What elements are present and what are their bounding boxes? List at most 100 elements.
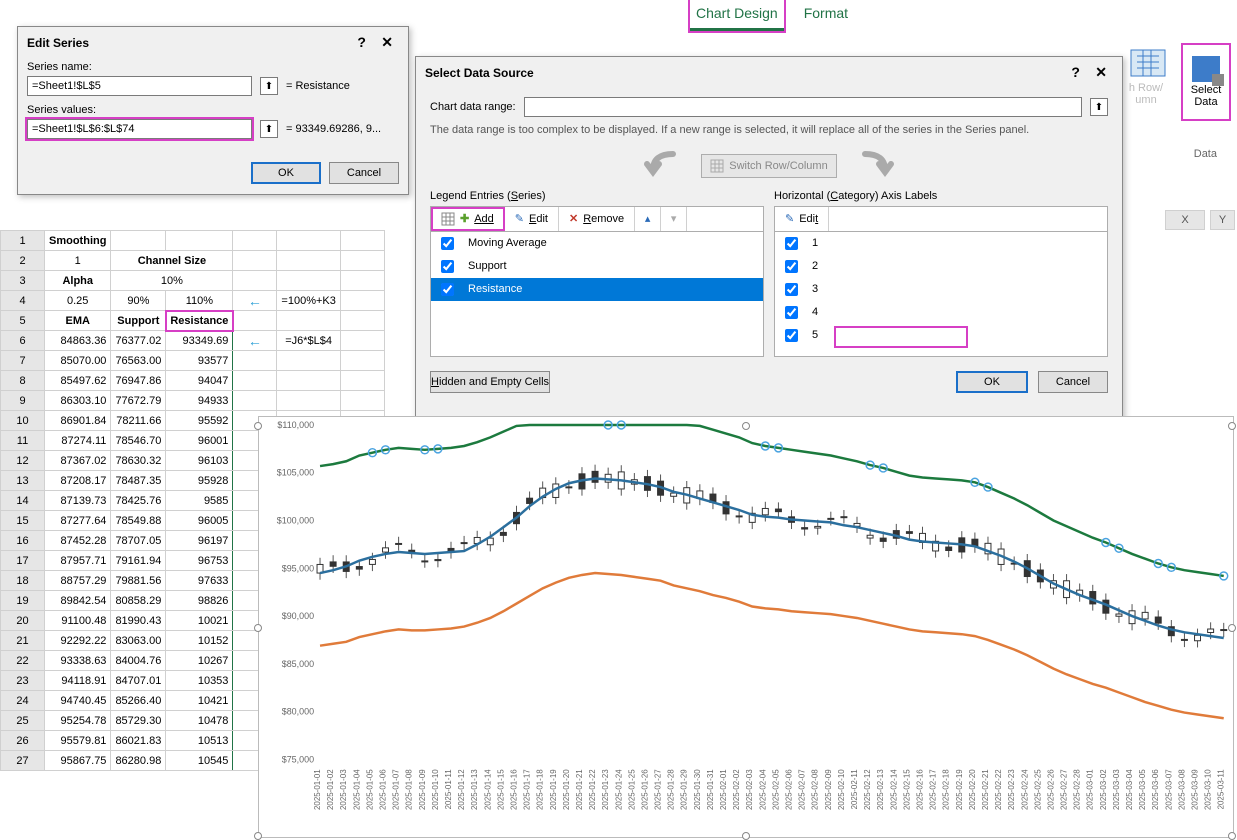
cell[interactable]: 10021 [166,611,233,631]
cell[interactable] [277,231,340,251]
cell[interactable]: Alpha [45,271,111,291]
cell[interactable] [233,391,277,411]
cell[interactable]: 9585 [166,491,233,511]
cell[interactable]: ← [233,291,277,311]
cell[interactable] [340,391,384,411]
cancel-button[interactable]: Cancel [329,162,399,184]
cell[interactable]: 84707.01 [111,671,166,691]
cell[interactable] [340,271,384,291]
col-header-y[interactable]: Y [1210,210,1235,230]
cell[interactable]: 90% [111,291,166,311]
cell[interactable]: 87367.02 [45,451,111,471]
chart-handle[interactable] [254,422,262,430]
cell[interactable] [277,391,340,411]
category-item[interactable]: 5 [775,324,1107,347]
cell[interactable] [233,271,277,291]
category-checkbox[interactable] [785,329,798,342]
cell[interactable]: Support [111,311,166,331]
cell[interactable]: 86901.84 [45,411,111,431]
help-icon[interactable]: ? [1065,64,1086,80]
cell[interactable]: 87208.17 [45,471,111,491]
category-checkbox[interactable] [785,306,798,319]
cell[interactable]: 91100.48 [45,611,111,631]
cell[interactable]: Channel Size [111,251,233,271]
ok-button[interactable]: OK [251,162,321,184]
chart-handle[interactable] [254,624,262,632]
cell[interactable]: 95928 [166,471,233,491]
cell[interactable]: 86021.83 [111,731,166,751]
remove-series-button[interactable]: ✕Remove [559,207,635,231]
edit-series-button[interactable]: ✎Edit [505,207,559,231]
cell[interactable]: 93577 [166,351,233,371]
cell[interactable]: 81990.43 [111,611,166,631]
cell[interactable]: Resistance [166,311,233,331]
cell[interactable] [340,311,384,331]
select-data-button[interactable]: Select Data [1183,45,1229,119]
cell[interactable]: 87957.71 [45,551,111,571]
switch-row-column-ribbon-icon[interactable] [1129,48,1167,78]
cell[interactable]: 98826 [166,591,233,611]
ok-button[interactable]: OK [956,371,1028,393]
series-checkbox[interactable] [441,237,454,250]
cell[interactable] [340,351,384,371]
cell[interactable]: 83063.00 [111,631,166,651]
cell[interactable]: 96001 [166,431,233,451]
cell[interactable]: 85729.30 [111,711,166,731]
cell[interactable]: 85070.00 [45,351,111,371]
cell[interactable]: 76563.00 [111,351,166,371]
cell[interactable]: 76947.86 [111,371,166,391]
chart-handle[interactable] [742,832,750,840]
cell[interactable] [340,231,384,251]
series-checkbox[interactable] [441,283,454,296]
cell[interactable]: 87277.64 [45,511,111,531]
cell[interactable]: 96005 [166,511,233,531]
cell[interactable] [340,371,384,391]
cell[interactable]: 96103 [166,451,233,471]
cell[interactable]: 79161.94 [111,551,166,571]
chart-handle[interactable] [1228,422,1236,430]
category-checkbox[interactable] [785,260,798,273]
cell[interactable] [340,291,384,311]
chart-area[interactable]: $75,000$80,000$85,000$90,000$95,000$100,… [258,416,1234,838]
cell[interactable] [340,251,384,271]
cell[interactable]: 10% [111,271,233,291]
cell[interactable]: ← [233,331,277,351]
move-up-button[interactable]: ▴ [635,207,661,231]
cell[interactable]: 80858.29 [111,591,166,611]
cell[interactable]: 1 [45,251,111,271]
cell[interactable]: 87274.11 [45,431,111,451]
col-header-x[interactable]: X [1165,210,1205,230]
cell[interactable] [166,231,233,251]
cell[interactable]: 93338.63 [45,651,111,671]
cell[interactable]: 10152 [166,631,233,651]
cell[interactable] [277,351,340,371]
category-item[interactable]: 4 [775,301,1107,324]
cell[interactable]: 94118.91 [45,671,111,691]
cell[interactable]: 87139.73 [45,491,111,511]
cell[interactable]: 78630.32 [111,451,166,471]
cell[interactable]: 78549.88 [111,511,166,531]
cell[interactable]: 86303.10 [45,391,111,411]
chart-handle[interactable] [1228,624,1236,632]
cell[interactable]: 86280.98 [111,751,166,771]
chart-handle[interactable] [254,832,262,840]
cell[interactable]: 10421 [166,691,233,711]
cell[interactable] [277,371,340,391]
help-icon[interactable]: ? [351,34,372,50]
category-checkbox[interactable] [785,283,798,296]
cell[interactable]: 10478 [166,711,233,731]
cell[interactable]: 110% [166,291,233,311]
chart-handle[interactable] [742,422,750,430]
cell[interactable]: 95254.78 [45,711,111,731]
cell[interactable]: 10267 [166,651,233,671]
cell[interactable]: 10513 [166,731,233,751]
cell[interactable]: 94740.45 [45,691,111,711]
series-name-input[interactable] [27,76,252,96]
tab-chart-design[interactable]: Chart Design [690,0,784,31]
cell[interactable]: 85497.62 [45,371,111,391]
cell[interactable]: 93349.69 [166,331,233,351]
category-item[interactable]: 2 [775,255,1107,278]
cell[interactable]: Smoothing [45,231,111,251]
series-item[interactable]: Resistance [431,278,763,301]
cell[interactable]: 97633 [166,571,233,591]
